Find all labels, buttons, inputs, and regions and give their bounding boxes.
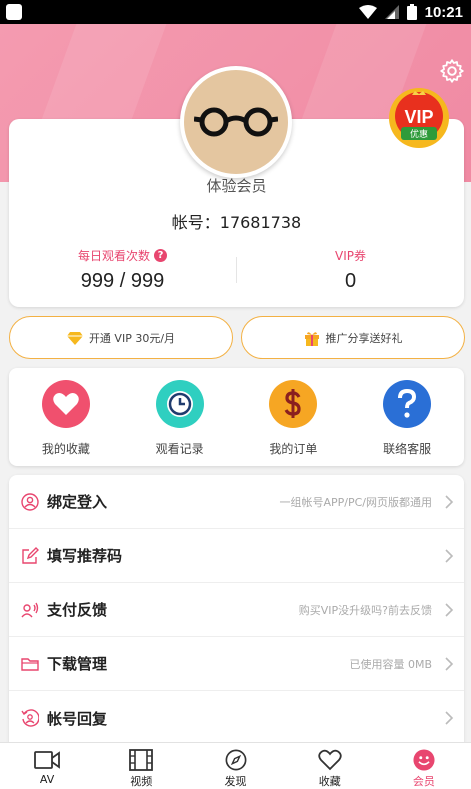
clock-icon bbox=[155, 380, 204, 428]
settings-menu: 绑定登入 一组帐号APP/PC/网页版都通用 填写推荐码 支付反馈 购买VIP没… bbox=[9, 475, 464, 745]
vip-coupon-stat[interactable]: VIP券 0 bbox=[237, 247, 464, 293]
heart-outline-icon bbox=[318, 749, 342, 771]
open-vip-button[interactable]: 开通 VIP 30元/月 bbox=[9, 316, 233, 359]
daily-watch-label: 每日观看次数 bbox=[77, 249, 150, 263]
account-number: 帐号：17681738 bbox=[171, 213, 302, 232]
chevron-right-icon bbox=[445, 711, 454, 725]
quick-actions: 我的收藏 观看记录 我的订单 联络客服 bbox=[9, 368, 464, 466]
watch-history-label: 观看记录 bbox=[155, 442, 204, 456]
battery-icon bbox=[406, 4, 417, 20]
daily-watch-label-wrap: 每日观看次数 ? bbox=[9, 247, 236, 264]
question-icon bbox=[383, 380, 432, 428]
watch-history-action[interactable]: 观看记录 bbox=[123, 368, 237, 466]
diamond-icon bbox=[66, 331, 83, 345]
nav-tab-favorites[interactable]: 收藏 bbox=[283, 743, 377, 789]
menu-item-title: 填写推荐码 bbox=[47, 547, 123, 565]
menu-item-hint: 一组帐号APP/PC/网页版都通用 bbox=[279, 495, 432, 509]
vip-coupon-value: 0 bbox=[344, 270, 357, 292]
vip-coupon-label: VIP券 bbox=[335, 249, 366, 263]
chevron-right-icon bbox=[445, 602, 454, 617]
nav-label-favorites: 收藏 bbox=[318, 775, 341, 788]
nav-label-video: 视频 bbox=[130, 775, 153, 788]
vip-promo-badge[interactable]: VIP 优惠 bbox=[388, 87, 450, 149]
vip-badge-text: VIP bbox=[404, 107, 433, 127]
member-level: 体验会员 bbox=[206, 177, 267, 195]
customer-service-action[interactable]: 联络客服 bbox=[350, 368, 464, 466]
wifi-icon bbox=[358, 5, 377, 19]
menu-item-title: 帐号回复 bbox=[47, 709, 108, 728]
menu-item-hint: 购买VIP没升级吗?前去反馈 bbox=[298, 603, 432, 617]
nav-label-av: AV bbox=[39, 773, 55, 786]
glasses-icon bbox=[194, 107, 278, 137]
dollar-icon bbox=[269, 380, 318, 428]
film-icon bbox=[129, 749, 154, 771]
user-circle-icon bbox=[21, 492, 39, 511]
camera-icon bbox=[34, 751, 60, 769]
nav-label-member: 会员 bbox=[412, 775, 435, 788]
share-gift-button[interactable]: 推广分享送好礼 bbox=[241, 316, 465, 359]
folder-icon bbox=[21, 657, 39, 671]
menu-item-bind-login[interactable]: 绑定登入 一组帐号APP/PC/网页版都通用 bbox=[9, 475, 464, 529]
nav-tab-discover[interactable]: 发现 bbox=[188, 743, 282, 789]
menu-item-payment-feedback[interactable]: 支付反馈 购买VIP没升级吗?前去反馈 bbox=[9, 583, 464, 637]
daily-watch-stat[interactable]: 每日观看次数 ? 999 / 999 bbox=[9, 247, 236, 293]
open-vip-label: 开通 VIP 30元/月 bbox=[88, 331, 176, 345]
smile-icon bbox=[413, 749, 435, 771]
menu-item-hint: 已使用容量 0MB bbox=[349, 657, 432, 671]
account-recover-icon bbox=[21, 709, 39, 727]
customer-service-label: 联络客服 bbox=[383, 442, 432, 456]
help-question-icon[interactable]: ? bbox=[154, 249, 167, 262]
chevron-right-icon bbox=[445, 494, 454, 509]
my-orders-action[interactable]: 我的订单 bbox=[237, 368, 351, 466]
menu-item-account-recovery[interactable]: 帐号回复 bbox=[9, 691, 464, 745]
favorites-action[interactable]: 我的收藏 bbox=[9, 368, 123, 466]
share-gift-label: 推广分享送好礼 bbox=[325, 331, 403, 345]
notification-icon bbox=[6, 4, 22, 20]
status-bar: 10:21 bbox=[0, 0, 471, 24]
edit-icon bbox=[22, 546, 39, 564]
settings-gear-icon[interactable] bbox=[439, 58, 465, 84]
chevron-right-icon bbox=[445, 656, 454, 671]
avatar[interactable] bbox=[180, 66, 292, 178]
vip-badge-subtext: 优惠 bbox=[410, 128, 428, 140]
compass-icon bbox=[225, 749, 246, 771]
status-icons: 10:21 bbox=[358, 2, 463, 22]
menu-item-title: 下载管理 bbox=[47, 655, 108, 673]
vip-coupon-label-wrap: VIP券 bbox=[237, 247, 464, 264]
gift-icon bbox=[304, 331, 319, 346]
chevron-right-icon bbox=[445, 548, 454, 563]
menu-item-title: 支付反馈 bbox=[47, 601, 108, 619]
heart-icon bbox=[41, 380, 90, 428]
nav-label-discover: 发现 bbox=[224, 775, 247, 788]
feedback-icon bbox=[21, 602, 39, 617]
nav-tab-member[interactable]: 会员 bbox=[377, 743, 471, 789]
bottom-nav: AV 视频 发现 收藏 会员 bbox=[0, 742, 471, 789]
status-time: 10:21 bbox=[424, 3, 463, 21]
menu-item-referral-code[interactable]: 填写推荐码 bbox=[9, 529, 464, 583]
signal-icon bbox=[384, 5, 399, 19]
favorites-label: 我的收藏 bbox=[41, 442, 90, 456]
nav-tab-video[interactable]: 视频 bbox=[94, 743, 188, 789]
nav-tab-av[interactable]: AV bbox=[0, 743, 94, 789]
menu-item-title: 绑定登入 bbox=[47, 493, 108, 511]
daily-watch-value: 999 / 999 bbox=[80, 270, 165, 292]
menu-item-download-manager[interactable]: 下载管理 已使用容量 0MB bbox=[9, 637, 464, 691]
my-orders-label: 我的订单 bbox=[269, 442, 318, 456]
